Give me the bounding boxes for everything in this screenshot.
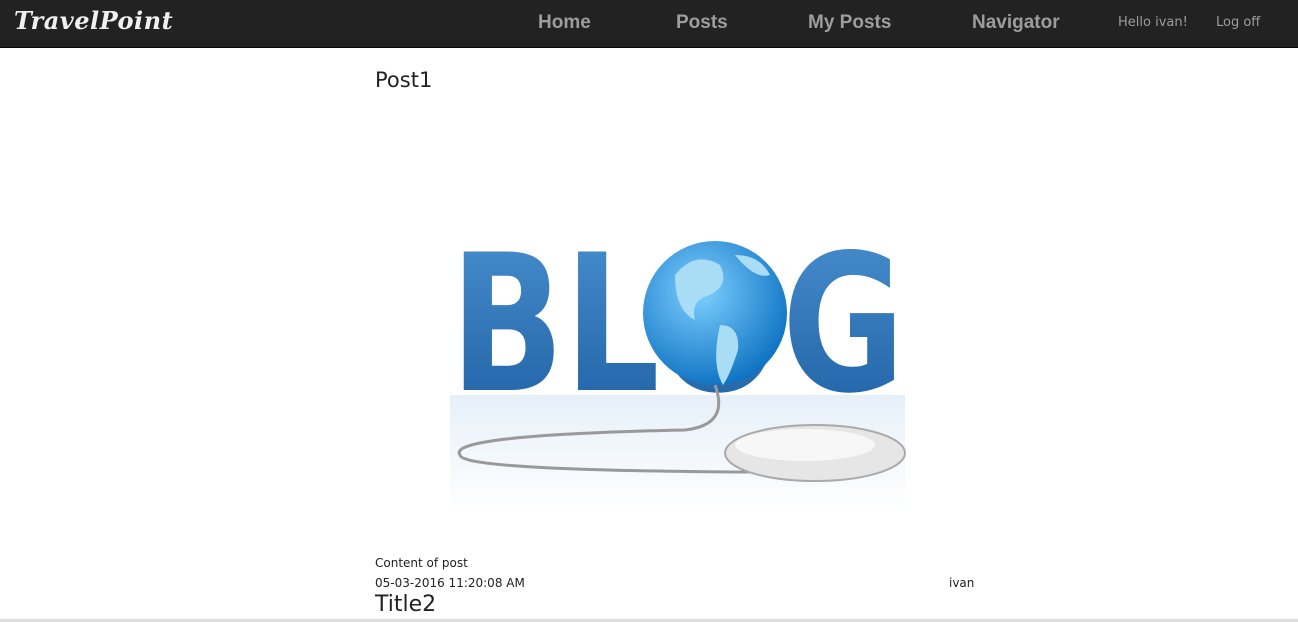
- post-author: ivan: [949, 576, 975, 590]
- logoff-link[interactable]: Log off: [1216, 15, 1260, 30]
- nav-my-posts[interactable]: My Posts: [808, 12, 891, 34]
- user-greeting-link[interactable]: Hello ivan!: [1118, 15, 1188, 30]
- nav-home[interactable]: Home: [538, 12, 591, 34]
- post-title[interactable]: Title2: [375, 592, 436, 617]
- post-date: 05-03-2016 11:20:08 AM: [375, 576, 525, 590]
- brand-logo[interactable]: TravelPoint: [14, 6, 173, 35]
- post-image: BLOG: [450, 214, 906, 515]
- navbar: TravelPoint Home Posts My Posts Navigato…: [0, 0, 1298, 48]
- post-title[interactable]: Post1: [375, 68, 432, 92]
- nav-navigator[interactable]: Navigator: [972, 12, 1060, 34]
- nav-posts[interactable]: Posts: [676, 12, 728, 34]
- post-content: Content of post: [375, 556, 468, 570]
